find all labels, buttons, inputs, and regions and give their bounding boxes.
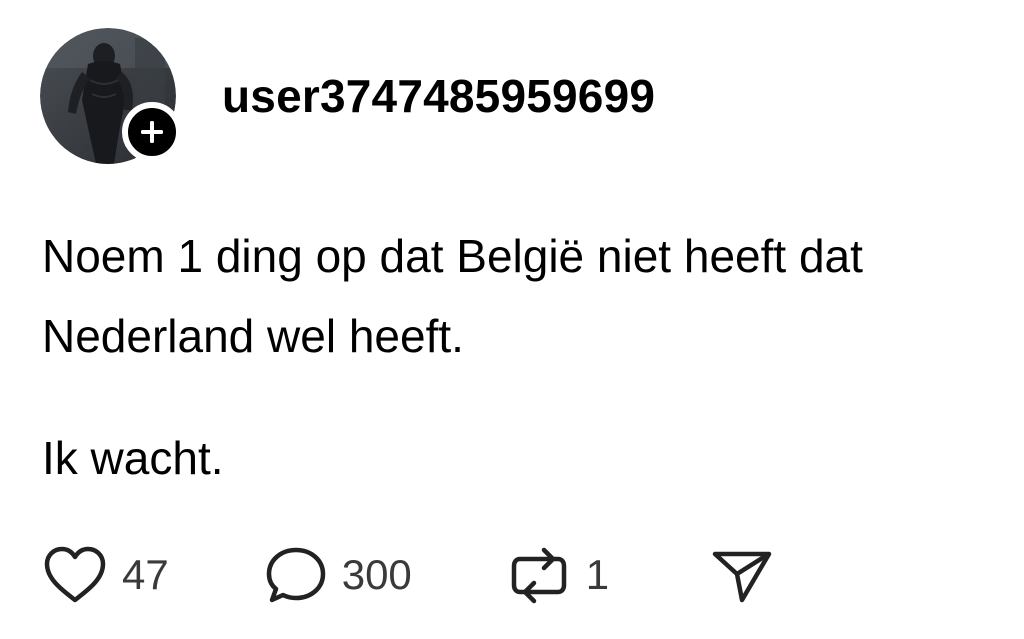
speech-bubble-icon	[266, 547, 325, 603]
follow-button[interactable]	[122, 102, 182, 162]
repost-arrows-icon	[511, 547, 567, 604]
paper-plane-icon	[712, 551, 772, 603]
repost-count: 1	[585, 551, 610, 598]
plus-icon	[141, 121, 163, 143]
repost-button[interactable]: 1	[506, 543, 609, 607]
avatar-container[interactable]	[40, 28, 182, 164]
post-text-line: Noem 1 ding op dat België niet heeft dat	[42, 230, 863, 282]
like-button[interactable]: 47	[42, 543, 169, 607]
comment-button[interactable]: 300	[264, 543, 412, 607]
like-count: 47	[122, 551, 169, 598]
username[interactable]: user3747485959699	[222, 66, 655, 126]
heart-icon	[44, 546, 106, 603]
comment-count: 300	[341, 551, 412, 598]
post-text: Noem 1 ding op dat België niet heeft dat…	[42, 216, 1017, 498]
post-text-line: Nederland wel heeft.	[42, 310, 464, 362]
share-button[interactable]	[709, 544, 775, 606]
action-bar: 47 300 1	[42, 543, 775, 607]
post-text-line: Ik wacht.	[42, 432, 224, 484]
